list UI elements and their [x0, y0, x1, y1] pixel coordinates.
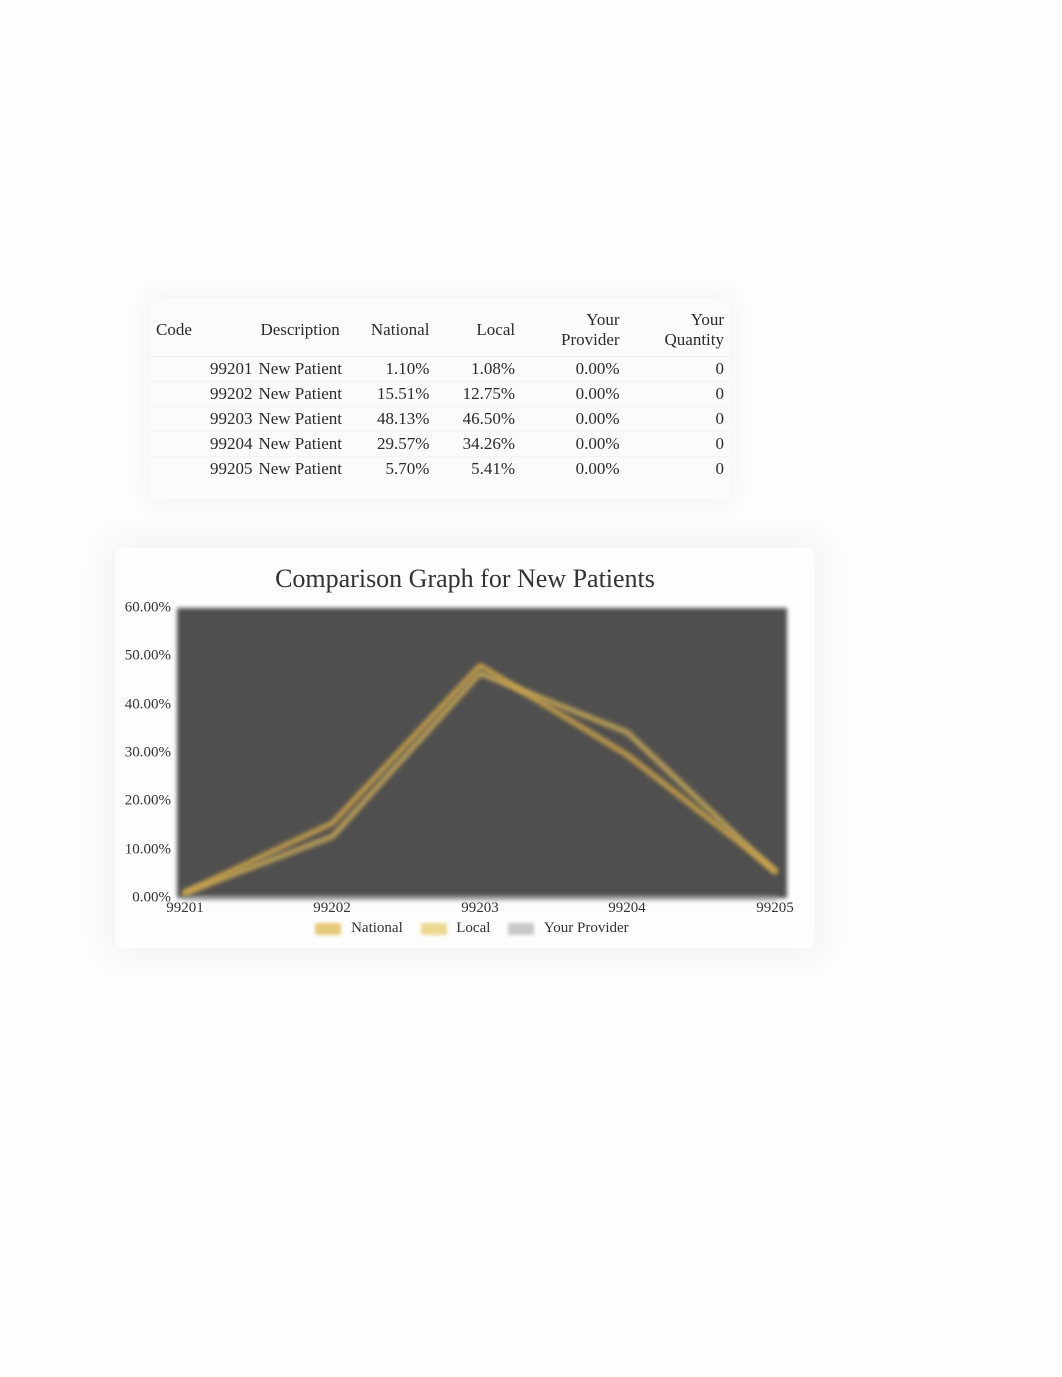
legend-swatch-national	[315, 923, 341, 935]
cell-national: 1.10%	[350, 357, 436, 382]
cell-quantity: 0	[626, 357, 730, 382]
table-row: 99205 New Patient 5.70% 5.41% 0.00% 0	[150, 457, 730, 482]
data-table: Code Description National Local Your Pro…	[150, 298, 730, 499]
legend-swatch-provider	[508, 923, 534, 935]
x-tick: 99202	[313, 900, 351, 917]
y-tick: 60.00%	[115, 600, 171, 617]
cell-code: 99204	[150, 432, 254, 457]
table-row: 99201 New Patient 1.10% 1.08% 0.00% 0	[150, 357, 730, 382]
cell-national: 48.13%	[350, 407, 436, 432]
cell-code: 99203	[150, 407, 254, 432]
legend-label-national: National	[351, 920, 403, 936]
col-national: National	[350, 306, 436, 357]
cell-desc: New Patient	[254, 457, 349, 482]
cell-desc: New Patient	[254, 432, 349, 457]
table-row: 99203 New Patient 48.13% 46.50% 0.00% 0	[150, 407, 730, 432]
cell-quantity: 0	[626, 432, 730, 457]
legend-label-provider: Your Provider	[544, 920, 629, 936]
col-description: Description	[254, 306, 349, 357]
cell-provider: 0.00%	[521, 382, 625, 407]
table-row: 99202 New Patient 15.51% 12.75% 0.00% 0	[150, 382, 730, 407]
cell-quantity: 0	[626, 457, 730, 482]
y-tick: 50.00%	[115, 648, 171, 665]
x-tick: 99203	[461, 900, 499, 917]
cell-desc: New Patient	[254, 407, 349, 432]
y-tick: 10.00%	[115, 841, 171, 858]
cell-national: 15.51%	[350, 382, 436, 407]
cell-quantity: 0	[626, 382, 730, 407]
cell-local: 46.50%	[435, 407, 521, 432]
cell-local: 1.08%	[435, 357, 521, 382]
cell-code: 99205	[150, 457, 254, 482]
col-quantity: Your Quantity	[626, 306, 730, 357]
cell-provider: 0.00%	[521, 432, 625, 457]
cell-local: 12.75%	[435, 382, 521, 407]
table-header-row: Code Description National Local Your Pro…	[150, 306, 730, 357]
cell-code: 99201	[150, 357, 254, 382]
chart-legend: National Local Your Provider	[115, 920, 815, 937]
x-tick: 99205	[756, 900, 794, 917]
cell-desc: New Patient	[254, 382, 349, 407]
legend-label-local: Local	[456, 920, 490, 936]
series-local	[185, 673, 775, 893]
x-tick: 99204	[608, 900, 646, 917]
cell-provider: 0.00%	[521, 457, 625, 482]
chart-title: Comparison Graph for New Patients	[115, 548, 815, 594]
table-row: 99204 New Patient 29.57% 34.26% 0.00% 0	[150, 432, 730, 457]
chart-lines	[177, 608, 787, 898]
x-tick: 99201	[166, 900, 204, 917]
y-tick: 40.00%	[115, 696, 171, 713]
cell-local: 5.41%	[435, 457, 521, 482]
cell-local: 34.26%	[435, 432, 521, 457]
cell-provider: 0.00%	[521, 407, 625, 432]
y-tick: 30.00%	[115, 745, 171, 762]
cell-national: 29.57%	[350, 432, 436, 457]
cell-code: 99202	[150, 382, 254, 407]
col-provider: Your Provider	[521, 306, 625, 357]
cell-quantity: 0	[626, 407, 730, 432]
y-tick: 0.00%	[115, 890, 171, 907]
table: Code Description National Local Your Pro…	[150, 306, 730, 481]
y-tick: 20.00%	[115, 793, 171, 810]
col-code: Code	[150, 306, 254, 357]
cell-provider: 0.00%	[521, 357, 625, 382]
col-local: Local	[435, 306, 521, 357]
comparison-chart: Comparison Graph for New Patients 0.00% …	[115, 548, 815, 948]
cell-national: 5.70%	[350, 457, 436, 482]
cell-desc: New Patient	[254, 357, 349, 382]
legend-swatch-local	[421, 923, 447, 935]
